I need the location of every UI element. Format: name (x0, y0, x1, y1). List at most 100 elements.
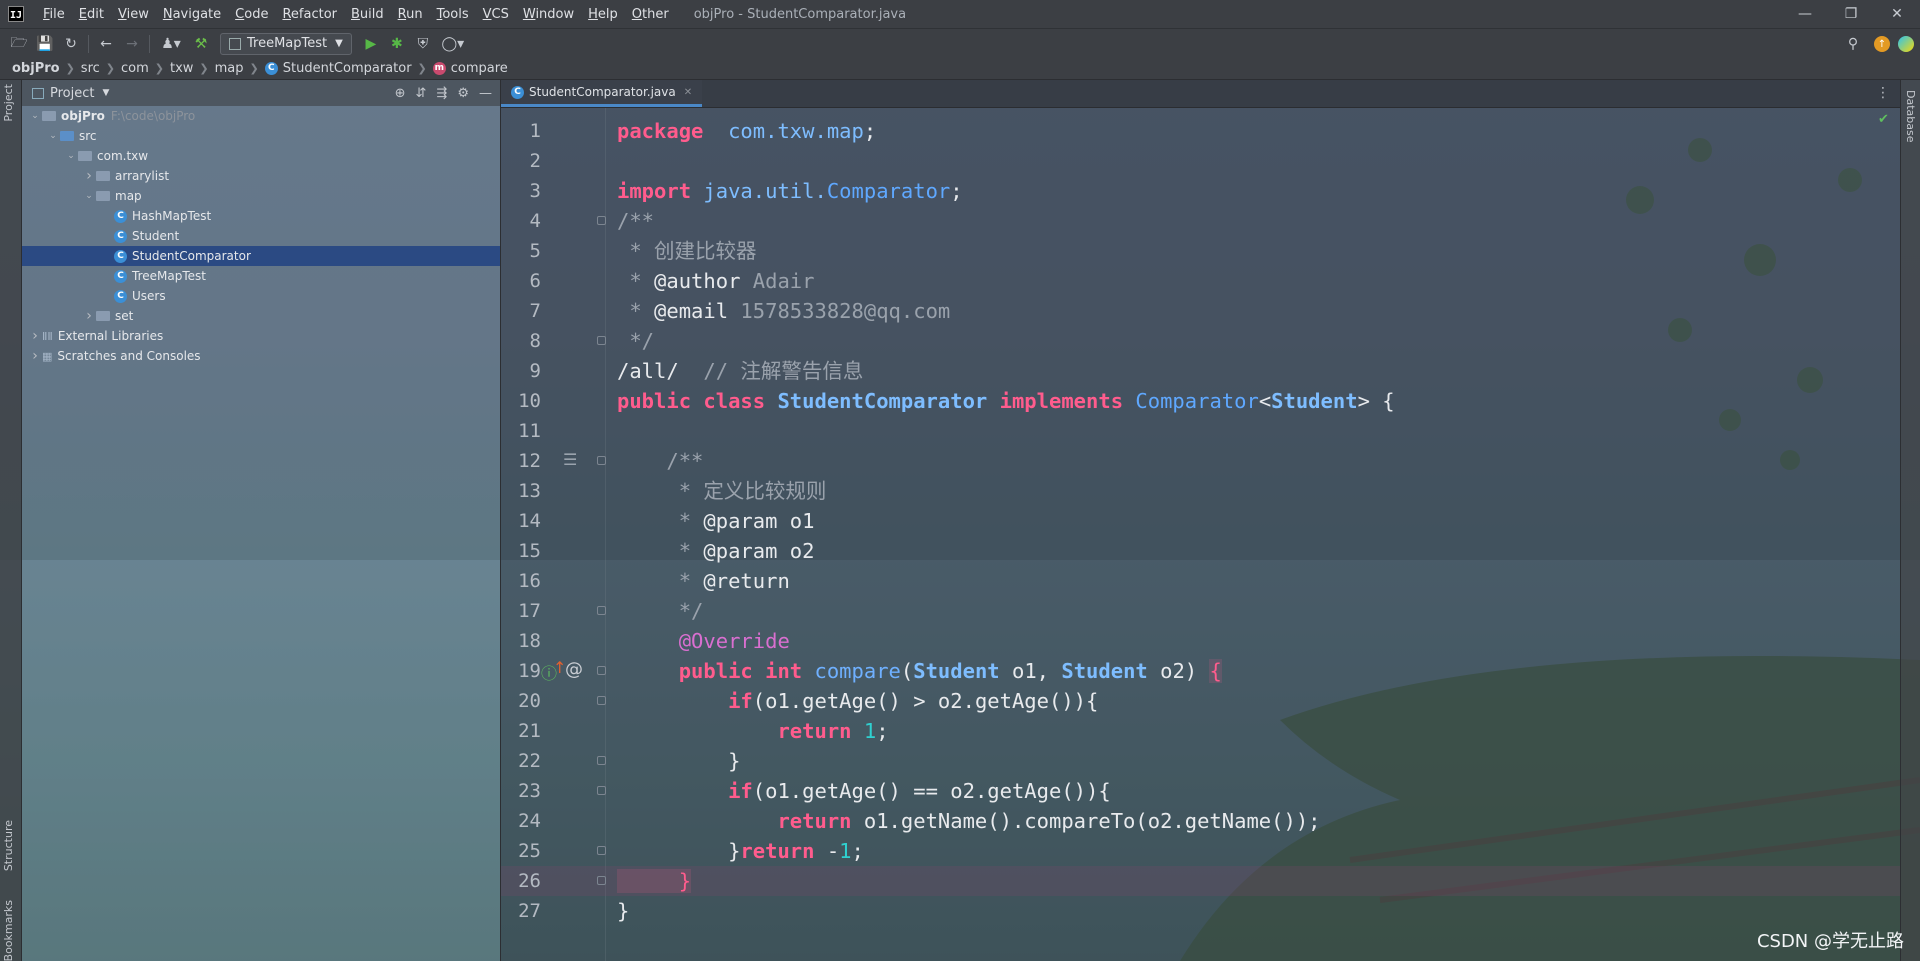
line-number: 10 (518, 390, 541, 412)
back-icon[interactable]: ← (93, 32, 119, 56)
menu-vcs[interactable]: VCS (476, 7, 516, 22)
tree-item-external-libraries[interactable]: › ⅡⅡ External Libraries (22, 326, 500, 346)
tree-item-arrarylist[interactable]: › arrarylist (22, 166, 500, 186)
forward-icon[interactable]: → (119, 32, 145, 56)
chevron-down-icon[interactable]: ▼ (102, 88, 109, 98)
tree-item-student[interactable]: C Student (22, 226, 500, 246)
tree-item-objpro[interactable]: ⌄ objPro F:\code\objPro (22, 106, 500, 126)
code-token: > { (1357, 389, 1395, 413)
tree-item-hashmaptest[interactable]: C HashMapTest (22, 206, 500, 226)
menu-view[interactable]: View (111, 7, 156, 22)
fold-marker-icon[interactable] (597, 696, 606, 705)
close-tab-icon[interactable]: ✕ (684, 87, 692, 98)
menu-file[interactable]: File (36, 7, 72, 22)
chevron-down-icon[interactable]: ⌄ (28, 111, 42, 121)
settings-gear-icon[interactable]: ⚙ (457, 86, 469, 101)
tool-tab-bookmarks[interactable]: Bookmarks (2, 900, 15, 961)
breadcrumb-txw[interactable]: txw (170, 61, 193, 76)
menu-code[interactable]: Code (228, 7, 275, 22)
code-token: @author (654, 269, 741, 293)
fold-marker-icon[interactable] (597, 666, 606, 675)
menu-refactor[interactable]: Refactor (275, 7, 344, 22)
fold-marker-icon[interactable] (597, 336, 606, 345)
update-icon[interactable]: ↑ (1874, 36, 1890, 52)
code-token: public class (617, 389, 766, 413)
chevron-down-icon[interactable]: ⌄ (82, 191, 96, 201)
run-configuration-select[interactable]: TreeMapTest ▼ (220, 32, 352, 55)
tree-item-users[interactable]: C Users (22, 286, 500, 306)
menu-window[interactable]: Window (516, 7, 581, 22)
collapse-all-icon[interactable]: ⇶ (436, 86, 447, 101)
chevron-right-icon[interactable]: › (82, 168, 96, 184)
save-icon[interactable]: 💾 (32, 32, 58, 56)
menu-edit[interactable]: Edit (72, 7, 111, 22)
tree-item-map[interactable]: ⌄ map (22, 186, 500, 206)
breadcrumb-project[interactable]: objPro (12, 61, 60, 76)
sync-icon[interactable]: ↻ (58, 32, 84, 56)
override-at-icon[interactable]: @ (565, 659, 583, 680)
coverage-icon[interactable]: ⛨ (410, 32, 436, 56)
menu-run[interactable]: Run (391, 7, 430, 22)
open-folder-icon[interactable]: 🗁 (6, 32, 32, 56)
breadcrumb-map[interactable]: map (215, 61, 244, 76)
menu-tools[interactable]: Tools (430, 7, 476, 22)
chevron-down-icon[interactable]: ⌄ (64, 151, 78, 161)
breadcrumb-class[interactable]: StudentComparator (283, 61, 412, 76)
tree-item-com-txw[interactable]: ⌄ com.txw (22, 146, 500, 166)
breadcrumb-com[interactable]: com (121, 61, 149, 76)
locate-icon[interactable]: ⊕ (395, 86, 406, 101)
search-icon[interactable]: ⚲ (1840, 32, 1866, 56)
code-line: public int compare(Student o1, Student o… (617, 656, 1222, 686)
expand-all-icon[interactable]: ⇵ (416, 86, 427, 101)
javadoc-render-icon[interactable]: ☰ (563, 450, 577, 469)
breadcrumb: objPro ❯ src ❯ com ❯ txw ❯ map ❯ C Stude… (0, 58, 1920, 80)
tool-tab-structure[interactable]: Structure (2, 820, 15, 871)
chevron-right-icon[interactable]: › (82, 308, 96, 324)
code-line: } (617, 746, 740, 776)
fold-marker-icon[interactable] (597, 456, 606, 465)
chevron-right-icon[interactable]: › (28, 328, 42, 344)
code-token: @param (703, 509, 778, 533)
breadcrumb-src[interactable]: src (81, 61, 100, 76)
tab-options-icon[interactable]: ⋮ (1876, 85, 1890, 101)
code-area[interactable]: package com.txw.map; import java.util.Com… (606, 108, 1900, 961)
debug-icon[interactable]: ✱ (384, 32, 410, 56)
menu-other[interactable]: Other (625, 7, 676, 22)
chevron-right-icon[interactable]: › (28, 348, 42, 364)
hide-panel-icon[interactable]: — (479, 86, 492, 101)
close-icon[interactable]: ✕ (1874, 0, 1920, 28)
tree-item-studentcomparator[interactable]: C StudentComparator (22, 246, 500, 266)
tree-item-treemaptest[interactable]: C TreeMapTest (22, 266, 500, 286)
fold-marker-icon[interactable] (597, 846, 606, 855)
run-icon[interactable]: ▶ (358, 32, 384, 56)
breadcrumb-method[interactable]: compare (451, 61, 508, 76)
tree-item-src[interactable]: ⌄ src (22, 126, 500, 146)
menu-navigate[interactable]: Navigate (156, 7, 228, 22)
scratches-icon: ▦ (42, 349, 53, 363)
code-token: 1578533828@qq.com (728, 299, 951, 323)
code-token: } (617, 749, 741, 773)
build-hammer-icon[interactable]: ⚒ (188, 32, 214, 56)
restore-icon[interactable]: ❐ (1828, 0, 1874, 28)
tool-tab-database[interactable]: Database (1904, 90, 1917, 143)
fold-marker-icon[interactable] (597, 786, 606, 795)
editor-tab-studentcomparator[interactable]: C StudentComparator.java ✕ (501, 80, 703, 107)
user-icon[interactable]: ♟▾ (154, 32, 188, 56)
tree-item-scratches-and-consoles[interactable]: › ▦ Scratches and Consoles (22, 346, 500, 366)
project-view-selector[interactable]: Project (50, 86, 94, 101)
fold-marker-icon[interactable] (597, 216, 606, 225)
tree-item-set[interactable]: › set (22, 306, 500, 326)
fold-marker-icon[interactable] (597, 756, 606, 765)
no-problems-check-icon: ✔ (1878, 112, 1889, 127)
package-folder-icon (96, 311, 110, 321)
profile-icon[interactable]: ◯▾ (436, 32, 470, 56)
fold-marker-icon[interactable] (597, 606, 606, 615)
minimize-icon[interactable]: — (1782, 0, 1828, 28)
tool-tab-project[interactable]: Project (2, 84, 15, 122)
plugin-icon[interactable] (1898, 36, 1914, 52)
menu-help[interactable]: Help (581, 7, 625, 22)
menu-build[interactable]: Build (344, 7, 391, 22)
chevron-down-icon[interactable]: ⌄ (46, 131, 60, 141)
fold-marker-icon[interactable] (597, 876, 606, 885)
